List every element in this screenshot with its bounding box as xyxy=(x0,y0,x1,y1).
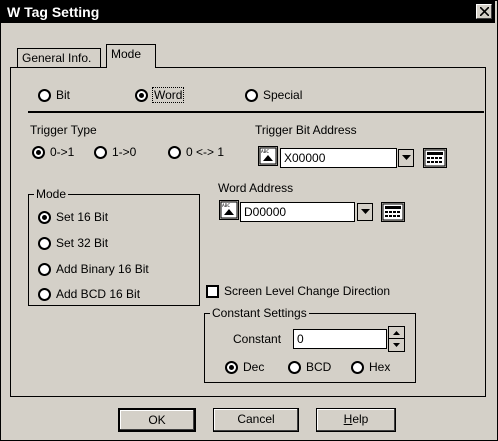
title-bar: W Tag Setting xyxy=(1,1,495,23)
radio-word-label: Word xyxy=(151,87,185,103)
keypad-icon xyxy=(424,149,446,167)
radio-trigger-toggle-label: 0 <-> 1 xyxy=(186,145,225,159)
radio-bcd[interactable]: BCD xyxy=(288,360,331,374)
constant-spinner[interactable] xyxy=(388,326,405,352)
radio-special[interactable]: Special xyxy=(245,88,302,102)
divider xyxy=(28,111,484,113)
spin-up-button[interactable] xyxy=(389,327,404,339)
radio-set-16-bit[interactable]: Set 16 Bit xyxy=(38,210,108,224)
radio-trigger-1-0-indicator xyxy=(94,145,107,159)
ok-button-label: OK xyxy=(148,413,166,427)
address-input-icon[interactable]: ABC xyxy=(258,146,278,166)
constant-input[interactable]: 0 xyxy=(293,329,387,349)
radio-bcd-label: BCD xyxy=(306,360,332,374)
cancel-button-label: Cancel xyxy=(237,412,275,426)
trigger-bit-address-value: X00000 xyxy=(284,151,326,165)
keypad-button[interactable] xyxy=(423,148,447,168)
radio-hex-label: Hex xyxy=(369,360,391,374)
word-address-label: Word Address xyxy=(218,181,294,195)
address-entry-icon: ABC xyxy=(259,147,277,165)
spin-down-button[interactable] xyxy=(389,339,404,351)
radio-set-16-bit-label: Set 16 Bit xyxy=(56,210,109,224)
radio-trigger-0-1-label: 0->1 xyxy=(50,145,75,159)
arrow-down-icon xyxy=(393,343,400,347)
help-button-label: Help xyxy=(343,412,369,426)
screen-level-label: Screen Level Change Direction xyxy=(224,284,391,298)
svg-text:ABC: ABC xyxy=(261,149,269,155)
trigger-type-label: Trigger Type xyxy=(30,123,97,137)
radio-special-label: Special xyxy=(263,88,303,102)
radio-add-bcd-16-bit[interactable]: Add BCD 16 Bit xyxy=(38,287,140,301)
word-keypad-button[interactable] xyxy=(381,202,405,222)
word-address-input-icon[interactable]: ABC xyxy=(219,200,239,220)
constant-value: 0 xyxy=(297,332,304,346)
radio-hex[interactable]: Hex xyxy=(351,360,390,374)
screen-level-checkbox-box xyxy=(206,284,219,298)
tab-general-info[interactable]: General Info. xyxy=(17,48,101,68)
keypad-icon xyxy=(382,203,404,221)
radio-dec-label: Dec xyxy=(243,360,265,374)
radio-bit-label: Bit xyxy=(56,88,71,102)
constant-settings-title: Constant Settings xyxy=(210,306,309,320)
radio-trigger-toggle-indicator xyxy=(168,145,181,159)
close-button[interactable] xyxy=(476,4,492,19)
radio-trigger-0-1-indicator xyxy=(32,145,45,159)
ok-button[interactable]: OK xyxy=(118,408,196,432)
radio-add-binary-16-bit-label: Add Binary 16 Bit xyxy=(56,262,149,276)
radio-set-32-bit-label: Set 32 Bit xyxy=(56,236,109,250)
dialog-title: W Tag Setting xyxy=(7,4,100,20)
radio-trigger-1-0-label: 1->0 xyxy=(112,145,137,159)
screen-level-checkbox[interactable]: Screen Level Change Direction xyxy=(206,284,390,298)
radio-hex-indicator xyxy=(351,360,364,374)
tab-mode[interactable]: Mode xyxy=(106,44,156,68)
radio-bcd-indicator xyxy=(288,360,301,374)
radio-add-bcd-16-bit-label: Add BCD 16 Bit xyxy=(56,287,141,301)
radio-dec-indicator xyxy=(225,360,238,374)
radio-add-binary-16-bit-indicator xyxy=(38,262,51,276)
constant-label: Constant xyxy=(233,332,282,346)
radio-trigger-1-0[interactable]: 1->0 xyxy=(94,145,136,159)
tab-general-info-label: General Info. xyxy=(22,51,92,65)
radio-word-indicator xyxy=(135,88,148,102)
chevron-down-icon xyxy=(401,155,411,160)
radio-add-binary-16-bit[interactable]: Add Binary 16 Bit xyxy=(38,262,149,276)
radio-bit[interactable]: Bit xyxy=(38,88,70,102)
tab-mode-label: Mode xyxy=(111,47,142,61)
close-icon xyxy=(480,7,489,16)
word-address-value: D00000 xyxy=(244,205,287,219)
address-entry-icon: ABC xyxy=(220,201,238,219)
radio-word[interactable]: Word xyxy=(135,87,185,103)
radio-trigger-0-1[interactable]: 0->1 xyxy=(32,145,74,159)
radio-set-32-bit[interactable]: Set 32 Bit xyxy=(38,236,108,250)
arrow-up-icon xyxy=(393,330,400,335)
radio-add-bcd-16-bit-indicator xyxy=(38,287,51,301)
trigger-bit-address-label: Trigger Bit Address xyxy=(255,123,357,137)
radio-dec[interactable]: Dec xyxy=(225,360,264,374)
radio-set-16-bit-indicator xyxy=(38,210,51,224)
radio-set-32-bit-indicator xyxy=(38,236,51,250)
word-address-input[interactable]: D00000 xyxy=(240,202,355,222)
radio-special-indicator xyxy=(245,88,258,102)
word-address-dropdown[interactable] xyxy=(357,203,373,221)
mode-group-title: Mode xyxy=(34,187,69,201)
trigger-bit-address-input[interactable]: X00000 xyxy=(280,148,397,168)
radio-trigger-toggle[interactable]: 0 <-> 1 xyxy=(168,145,224,159)
svg-text:ABC: ABC xyxy=(222,203,230,209)
chevron-down-icon xyxy=(360,209,370,214)
cancel-button[interactable]: Cancel xyxy=(213,408,299,432)
help-button[interactable]: Help xyxy=(316,408,396,432)
radio-bit-indicator xyxy=(38,88,51,102)
trigger-bit-address-dropdown[interactable] xyxy=(398,149,414,167)
